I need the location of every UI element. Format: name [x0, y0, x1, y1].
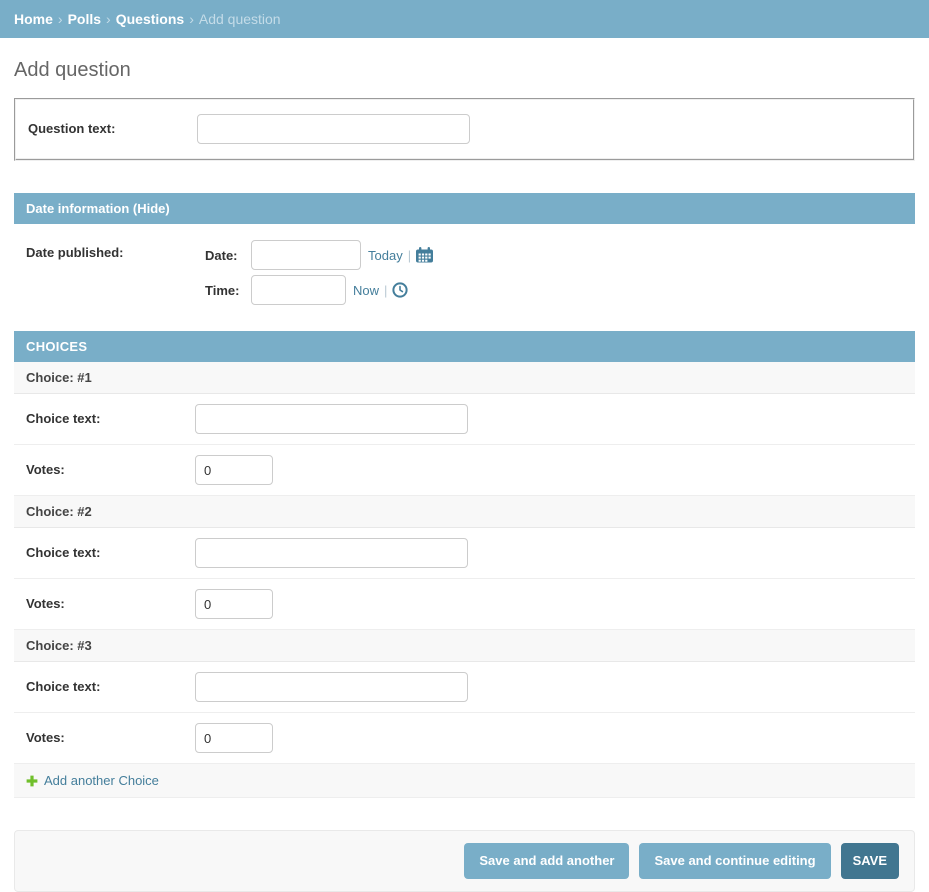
votes-row: Votes:	[14, 579, 915, 630]
choice-text-label: Choice text:	[26, 538, 195, 561]
choice-3-text-input[interactable]	[195, 672, 468, 702]
save-and-continue-button[interactable]: Save and continue editing	[639, 843, 830, 879]
choice-1-votes-input[interactable]	[195, 455, 273, 485]
date-shortcuts: Today |	[368, 247, 433, 263]
collapse-toggle-link[interactable]: (Hide)	[133, 201, 170, 216]
choice-1-title: Choice: #1	[14, 362, 915, 394]
breadcrumb-link-home[interactable]: Home	[14, 11, 53, 27]
clock-icon[interactable]	[392, 282, 408, 298]
add-another-choice-link[interactable]: Add another Choice	[44, 773, 159, 788]
choice-3-votes-input[interactable]	[195, 723, 273, 753]
choice-text-row: Choice text:	[14, 528, 915, 579]
breadcrumb-separator: ›	[58, 11, 63, 27]
time-shortcuts: Now |	[353, 282, 408, 298]
now-link[interactable]: Now	[353, 283, 379, 298]
choices-header: CHOICES	[14, 331, 915, 362]
date-subrow: Date: Today |	[205, 240, 433, 270]
breadcrumb-separator: ›	[106, 11, 111, 27]
shortcut-divider: |	[408, 248, 411, 263]
date-published-row: Date published: Date: Today |	[14, 224, 915, 315]
breadcrumb-separator: ›	[189, 11, 194, 27]
date-label: Date:	[205, 248, 242, 263]
votes-label: Votes:	[26, 455, 195, 478]
choice-3-title: Choice: #3	[14, 630, 915, 662]
choice-text-label: Choice text:	[26, 404, 195, 427]
choice-text-label: Choice text:	[26, 672, 195, 695]
calendar-icon[interactable]	[416, 247, 433, 263]
today-link[interactable]: Today	[368, 248, 403, 263]
choice-block-3: Choice: #3 Choice text: Votes:	[14, 630, 915, 764]
time-input[interactable]	[251, 275, 346, 305]
choice-2-title: Choice: #2	[14, 496, 915, 528]
question-fieldset: Question text:	[14, 98, 915, 161]
choice-2-text-input[interactable]	[195, 538, 468, 568]
date-information-header: Date information (Hide)	[14, 193, 915, 224]
content-area: Add question Question text: Date informa…	[0, 58, 929, 892]
choice-2-votes-input[interactable]	[195, 589, 273, 619]
choice-text-row: Choice text:	[14, 394, 915, 445]
time-subrow: Time: Now |	[205, 275, 433, 305]
time-label: Time:	[205, 283, 242, 298]
question-text-input[interactable]	[197, 114, 470, 144]
breadcrumb-link-questions[interactable]: Questions	[116, 11, 184, 27]
shortcut-divider: |	[384, 283, 387, 298]
plus-icon[interactable]	[26, 775, 38, 787]
question-text-label: Question text:	[28, 114, 197, 137]
votes-row: Votes:	[14, 445, 915, 496]
choice-block-1: Choice: #1 Choice text: Votes:	[14, 362, 915, 496]
votes-label: Votes:	[26, 723, 195, 746]
add-another-choice-row: Add another Choice	[14, 764, 915, 798]
save-button[interactable]: SAVE	[841, 843, 899, 879]
datetime-widget: Date: Today |	[205, 240, 433, 305]
submit-row: Save and add another Save and continue e…	[14, 830, 915, 892]
question-text-row: Question text:	[16, 100, 913, 159]
votes-label: Votes:	[26, 589, 195, 612]
date-input[interactable]	[251, 240, 361, 270]
breadcrumb: Home › Polls › Questions › Add question	[0, 0, 929, 38]
save-and-add-another-button[interactable]: Save and add another	[464, 843, 629, 879]
page-title: Add question	[14, 58, 915, 82]
choice-text-row: Choice text:	[14, 662, 915, 713]
breadcrumb-current: Add question	[199, 11, 281, 27]
date-information-title: Date information	[26, 201, 133, 216]
date-published-label: Date published:	[26, 240, 195, 261]
breadcrumb-link-polls[interactable]: Polls	[68, 11, 101, 27]
votes-row: Votes:	[14, 713, 915, 764]
choice-block-2: Choice: #2 Choice text: Votes:	[14, 496, 915, 630]
date-information-module: Date information (Hide) Date published: …	[14, 193, 915, 315]
add-question-form: Question text: Date information (Hide) D…	[14, 98, 915, 892]
choices-inline-group: CHOICES Choice: #1 Choice text: Votes: C…	[14, 331, 915, 798]
choice-1-text-input[interactable]	[195, 404, 468, 434]
